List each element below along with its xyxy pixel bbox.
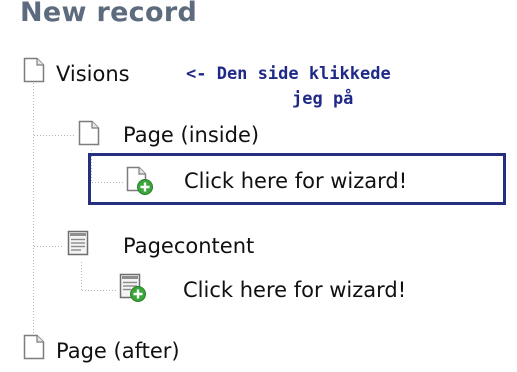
panel-title: New record: [20, 0, 198, 28]
wizard-link-page[interactable]: Click here for wizard!: [184, 168, 407, 194]
page-icon: [23, 57, 45, 83]
annotation-line-1: <- Den side klikkede: [186, 64, 391, 84]
annotation-line-2: jeg på: [292, 89, 354, 109]
wizard-link-pagecontent[interactable]: Click here for wizard!: [183, 277, 406, 303]
tree-item-page-inside[interactable]: Page (inside): [123, 122, 259, 148]
page-icon: [78, 120, 100, 146]
tree-item-pagecontent[interactable]: Pagecontent: [123, 233, 254, 259]
tree-item-visions[interactable]: Visions: [56, 61, 130, 87]
page-add-icon: [126, 166, 153, 195]
content-add-icon: [119, 273, 146, 302]
page-icon: [23, 334, 45, 360]
content-icon: [67, 230, 89, 256]
tree-item-page-after[interactable]: Page (after): [56, 338, 180, 364]
